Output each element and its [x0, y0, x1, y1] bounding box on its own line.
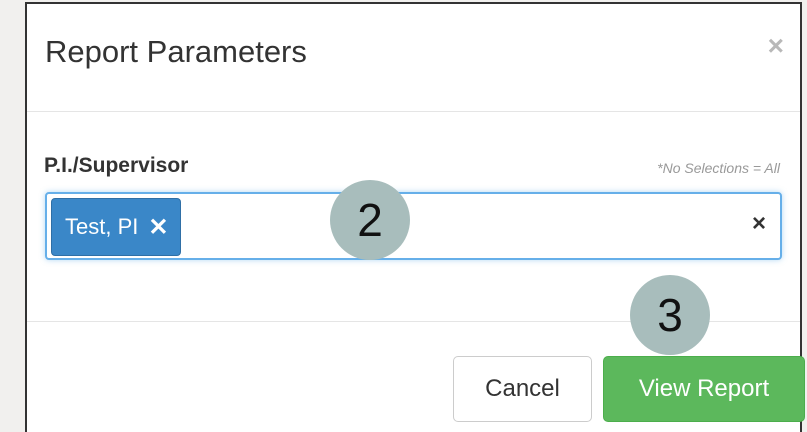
view-report-button[interactable]: View Report — [603, 356, 805, 422]
step-2-marker: 2 — [330, 180, 410, 260]
page: Report Parameters × P.I./Supervisor *No … — [0, 0, 807, 432]
modal-header: Report Parameters × — [27, 4, 800, 112]
modal-title: Report Parameters — [45, 34, 307, 69]
close-icon[interactable]: × — [768, 32, 784, 60]
cancel-button[interactable]: Cancel — [453, 356, 592, 422]
clear-selection-icon[interactable]: × — [752, 210, 766, 238]
tag-label: Test, PI — [65, 214, 139, 239]
selection-hint: *No Selections = All — [657, 160, 780, 176]
selected-tag: Test, PI ✕ — [51, 198, 182, 256]
report-parameters-modal: Report Parameters × P.I./Supervisor *No … — [25, 2, 805, 432]
pi-supervisor-select[interactable]: Test, PI ✕ × — [45, 192, 782, 260]
tag-remove-icon[interactable]: ✕ — [148, 213, 168, 242]
step-3-marker: 3 — [630, 275, 710, 355]
pi-supervisor-label: P.I./Supervisor — [44, 154, 189, 177]
